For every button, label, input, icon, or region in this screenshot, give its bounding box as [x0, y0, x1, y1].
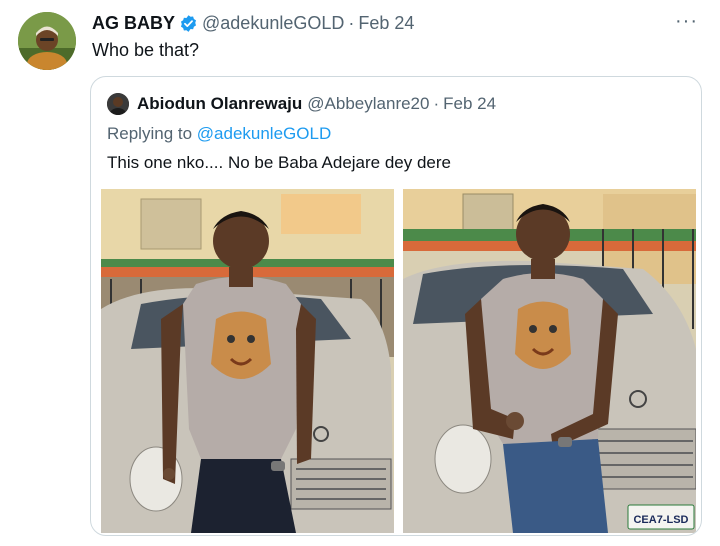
quoted-tweet-date[interactable]: Feb 24 [443, 94, 496, 114]
avatar-icon [18, 12, 76, 70]
quoted-author-name[interactable]: Abiodun Olanrewaju [137, 94, 302, 114]
author-handle[interactable]: @adekunleGOLD [202, 13, 344, 34]
tweet[interactable]: AG BABY @adekunleGOLD · Feb 24 ··· Who b… [0, 0, 720, 546]
more-options-icon[interactable]: ··· [675, 10, 698, 33]
verified-badge-icon [179, 14, 198, 33]
quoted-photo-2[interactable]: CEA7-LSD [403, 189, 696, 533]
replying-to: Replying to @adekunleGOLD [107, 124, 331, 144]
tweet-header: AG BABY @adekunleGOLD · Feb 24 [92, 13, 414, 34]
quoted-tweet-text: This one nko.... No be Baba Adejare dey … [107, 153, 452, 172]
separator-dot: · [433, 94, 440, 113]
quoted-tweet-header: Abiodun Olanrewaju @Abbeylanre20 · Feb 2… [107, 93, 496, 115]
quoted-tweet[interactable]: Abiodun Olanrewaju @Abbeylanre20 · Feb 2… [90, 76, 702, 536]
author-name[interactable]: AG BABY [92, 13, 175, 34]
license-plate-text: CEA7-LSD [633, 514, 688, 526]
reply-mention-link[interactable]: @adekunleGOLD [197, 124, 331, 143]
author-avatar[interactable] [18, 12, 76, 70]
quoted-photo-1[interactable] [101, 189, 394, 533]
tweet-text: Who be that? [92, 40, 200, 60]
quoted-author-avatar[interactable] [107, 93, 129, 115]
replying-to-label: Replying to [107, 124, 197, 143]
quoted-author-handle[interactable]: @Abbeylanre20 [307, 94, 429, 114]
tweet-date[interactable]: Feb 24 [358, 13, 414, 34]
separator-dot: · [348, 13, 355, 33]
